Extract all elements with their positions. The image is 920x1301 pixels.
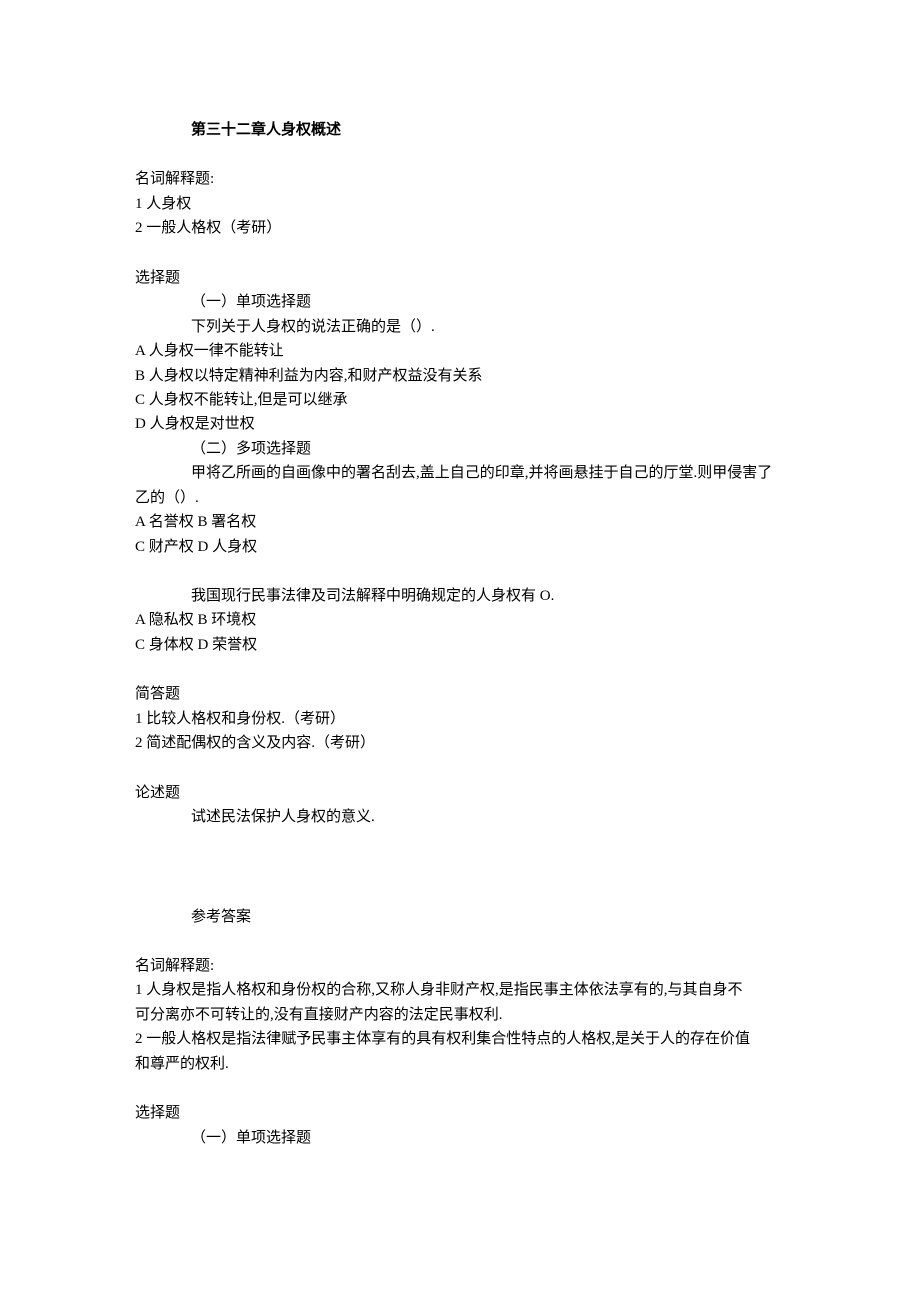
term-item-1: 1 人身权 (135, 192, 790, 216)
terms-heading: 名词解释题: (135, 167, 790, 191)
spacer (135, 880, 790, 905)
spacer (135, 559, 790, 584)
single-option-b: B 人身权以特定精神利益为内容,和财产权益没有关系 (135, 364, 790, 388)
short-item-2: 2 简述配偶权的含义及内容.（考研） (135, 731, 790, 755)
multi-q2-stem: 我国现行民事法律及司法解释中明确规定的人身权有 O. (135, 584, 790, 608)
answers-single-label: （一）单项选择题 (135, 1126, 790, 1150)
term-item-2: 2 一般人格权（考研） (135, 216, 790, 240)
single-choice-label: （一）单项选择题 (135, 290, 790, 314)
spacer (135, 929, 790, 954)
answers-choice-heading: 选择题 (135, 1101, 790, 1125)
spacer (135, 830, 790, 880)
multi-q1-options-ab: A 名誉权 B 署名权 (135, 510, 790, 534)
answer-term2-line2: 和尊严的权利. (135, 1052, 790, 1076)
single-option-d: D 人身权是对世权 (135, 412, 790, 436)
spacer (135, 657, 790, 682)
answer-term2-line1: 2 一般人格权是指法律赋予民事主体享有的具有权利集合性特点的人格权,是关于人的存… (135, 1027, 790, 1051)
spacer (135, 756, 790, 781)
multi-q2-options-ab: A 隐私权 B 环境权 (135, 608, 790, 632)
answers-heading: 参考答案 (135, 905, 790, 929)
spacer (135, 142, 790, 167)
short-item-1: 1 比较人格权和身份权.（考研） (135, 707, 790, 731)
spacer (135, 241, 790, 266)
multi-choice-label: （二）多项选择题 (135, 437, 790, 461)
answers-terms-heading: 名词解释题: (135, 954, 790, 978)
single-choice-stem: 下列关于人身权的说法正确的是（）. (135, 315, 790, 339)
essay-item: 试述民法保护人身权的意义. (135, 805, 790, 829)
answer-term1-line1: 1 人身权是指人格权和身份权的合称,又称人身非财产权,是指民事主体依法享有的,与… (135, 978, 790, 1002)
single-option-c: C 人身权不能转让,但是可以继承 (135, 388, 790, 412)
spacer (135, 1076, 790, 1101)
multi-q1-stem: 甲将乙所画的自画像中的署名刮去,盖上自己的印章,并将画悬挂于自己的厅堂.则甲侵害… (135, 461, 790, 485)
multi-q1-stem-tail: 乙的（）. (135, 486, 790, 510)
choice-heading: 选择题 (135, 266, 790, 290)
chapter-title: 第三十二章人身权概述 (135, 118, 790, 142)
short-heading: 简答题 (135, 682, 790, 706)
single-option-a: A 人身权一律不能转让 (135, 339, 790, 363)
multi-q1-options-cd: C 财产权 D 人身权 (135, 535, 790, 559)
essay-heading: 论述题 (135, 781, 790, 805)
document-page: 第三十二章人身权概述 名词解释题: 1 人身权 2 一般人格权（考研） 选择题 … (0, 0, 920, 1230)
answer-term1-line2: 可分离亦不可转让的,没有直接财产内容的法定民事权利. (135, 1003, 790, 1027)
multi-q2-options-cd: C 身体权 D 荣誉权 (135, 633, 790, 657)
